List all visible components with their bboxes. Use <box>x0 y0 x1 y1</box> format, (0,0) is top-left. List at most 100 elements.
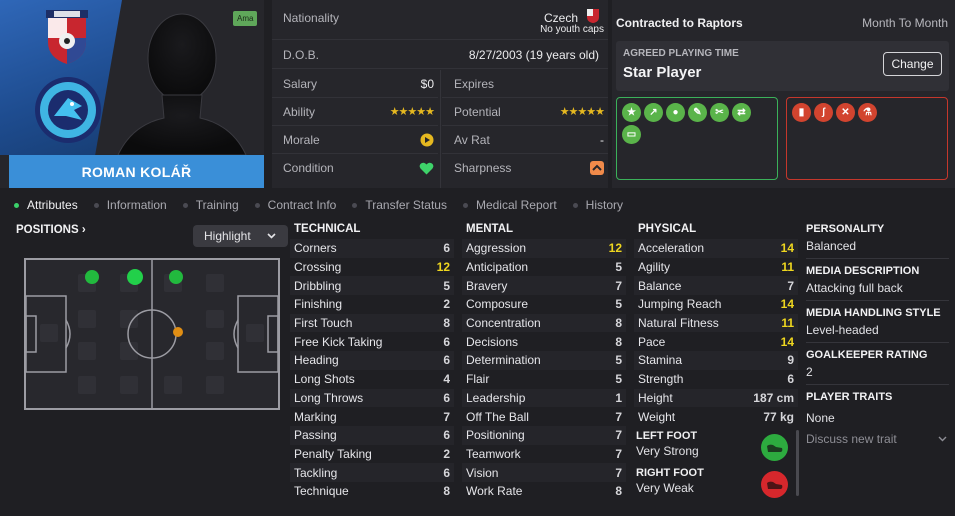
nationality-value[interactable]: Czech <box>544 11 578 25</box>
player-info-panel: Nationality Czech No youth caps D.O.B. 8… <box>272 0 608 188</box>
boot-icon[interactable]: ✎ <box>688 103 707 122</box>
club-badge-icon[interactable] <box>34 76 102 144</box>
attribute-row[interactable]: Flair 5 <box>462 370 626 389</box>
tab-information[interactable]: Information <box>93 198 167 212</box>
player-profile-card: Ama ROMAN KOLÁŘ <box>0 0 264 188</box>
attribute-value: 6 <box>443 334 450 349</box>
attribute-row[interactable]: Long Shots 4 <box>290 370 454 389</box>
position-dot-primary[interactable] <box>85 270 99 284</box>
media-description-section: MEDIA DESCRIPTION Attacking full back <box>806 265 949 301</box>
trend-icon[interactable]: ↗ <box>644 103 663 122</box>
head-icon[interactable]: ● <box>666 103 685 122</box>
attribute-row[interactable]: Composure 5 <box>462 295 626 314</box>
position-dot-primary[interactable] <box>169 270 183 284</box>
attribute-row[interactable]: Passing 6 <box>290 425 454 445</box>
attribute-row[interactable]: Acceleration 14 <box>634 239 798 258</box>
change-button[interactable]: Change <box>883 52 942 76</box>
sharpness-icon[interactable] <box>590 161 604 175</box>
nation-badge-icon[interactable] <box>44 8 90 66</box>
attribute-row[interactable]: Technique 8 <box>290 482 454 501</box>
attribute-row[interactable]: Penalty Taking 2 <box>290 445 454 464</box>
personality-value[interactable]: Balanced <box>806 239 949 253</box>
attribute-row[interactable]: Pace 14 <box>634 332 798 351</box>
passing-icon[interactable]: ⇄ <box>732 103 751 122</box>
tab-dot <box>352 202 358 208</box>
tab-contract-info[interactable]: Contract Info <box>254 198 336 212</box>
tools-icon[interactable]: ✕ <box>836 103 855 122</box>
left-foot-boot-icon[interactable] <box>761 434 788 461</box>
attribute-name: Off The Ball <box>466 409 529 424</box>
attribute-row[interactable]: Stamina 9 <box>634 351 798 370</box>
position-dot-primary[interactable] <box>127 269 143 285</box>
attribute-name: Concentration <box>466 316 541 331</box>
tackle-icon[interactable]: ✂ <box>710 103 729 122</box>
attribute-row[interactable]: Leadership 1 <box>462 388 626 408</box>
pitch-icon[interactable]: ▭ <box>622 125 641 144</box>
attribute-row[interactable]: Finishing 2 <box>290 295 454 314</box>
attribute-row[interactable]: Jumping Reach 14 <box>634 295 798 314</box>
attribute-row[interactable]: Off The Ball 7 <box>462 407 626 426</box>
ear-icon[interactable]: ʃ <box>814 103 833 122</box>
attribute-row[interactable]: Long Throws 6 <box>290 388 454 408</box>
right-foot-boot-icon[interactable] <box>761 471 788 498</box>
star-icon[interactable]: ★ <box>622 103 641 122</box>
tab-label: Training <box>195 198 239 212</box>
attribute-row[interactable]: Height 187 cm <box>634 388 798 408</box>
media-handling-section: MEDIA HANDLING STYLE Level-headed <box>806 307 949 343</box>
attribute-row[interactable]: Natural Fitness 11 <box>634 313 798 333</box>
tab-attributes[interactable]: Attributes <box>14 198 78 212</box>
pitch-lines-icon <box>26 260 278 408</box>
attribute-row[interactable]: Crossing 12 <box>290 258 454 277</box>
potential-stars-icon[interactable]: ★★★★★ <box>560 105 605 118</box>
highlight-label: Highlight <box>204 229 251 243</box>
attribute-row[interactable]: Decisions 8 <box>462 332 626 351</box>
morale-icon[interactable] <box>420 133 434 147</box>
attribute-row[interactable]: Bravery 7 <box>462 276 626 296</box>
technical-column: TECHNICAL Corners 6 Crossing 12 Dribbling 5 Fi… <box>290 223 454 501</box>
medical-icon[interactable]: ▮ <box>792 103 811 122</box>
attribute-row[interactable]: Weight 77 kg <box>634 407 798 426</box>
attribute-row[interactable]: Corners 6 <box>290 239 454 258</box>
attribute-row[interactable]: Positioning 7 <box>462 425 626 445</box>
attribute-row[interactable]: Heading 6 <box>290 351 454 370</box>
discuss-trait-dropdown[interactable]: Discuss new trait <box>806 432 949 446</box>
attribute-row[interactable]: Marking 7 <box>290 407 454 426</box>
attribute-row[interactable]: Anticipation 5 <box>462 258 626 277</box>
media-handling-value[interactable]: Level-headed <box>806 323 949 337</box>
attribute-row[interactable]: Agility 11 <box>634 258 798 277</box>
attribute-row[interactable]: Balance 7 <box>634 276 798 296</box>
player-traits-value: None <box>806 411 835 425</box>
position-dot-secondary[interactable] <box>173 327 183 337</box>
tab-training[interactable]: Training <box>182 198 239 212</box>
tab-medical-report[interactable]: Medical Report <box>462 198 557 212</box>
attribute-row[interactable]: Free Kick Taking 6 <box>290 332 454 351</box>
attribute-row[interactable]: Aggression 12 <box>462 239 626 258</box>
morale-row: Morale <box>272 126 438 154</box>
physical-header: PHYSICAL <box>638 223 697 235</box>
tab-transfer-status[interactable]: Transfer Status <box>352 198 447 212</box>
attribute-row[interactable]: Vision 7 <box>462 463 626 482</box>
dob-label: D.O.B. <box>283 47 320 62</box>
attribute-row[interactable]: Dribbling 5 <box>290 276 454 296</box>
ability-stars-icon[interactable]: ★★★★★ <box>390 105 435 118</box>
heart-icon[interactable] <box>419 162 434 175</box>
highlight-dropdown[interactable]: Highlight <box>193 225 288 247</box>
attribute-row[interactable]: Tackling 6 <box>290 463 454 482</box>
attribute-name: Natural Fitness <box>638 316 719 331</box>
scrollbar[interactable] <box>796 430 799 496</box>
attribute-row[interactable]: Determination 5 <box>462 351 626 370</box>
attribute-value: 8 <box>615 484 622 499</box>
positions-title[interactable]: POSITIONS › <box>16 224 86 236</box>
attribute-row[interactable]: First Touch 8 <box>290 313 454 333</box>
attribute-row[interactable]: Work Rate 8 <box>462 482 626 501</box>
attribute-name: Technique <box>294 484 349 499</box>
player-name[interactable]: ROMAN KOLÁŘ <box>9 155 264 188</box>
attribute-row[interactable]: Teamwork 7 <box>462 445 626 464</box>
flask-icon[interactable]: ⚗ <box>858 103 877 122</box>
attribute-row[interactable]: Strength 6 <box>634 370 798 389</box>
attribute-row[interactable]: Concentration 8 <box>462 313 626 333</box>
contract-title[interactable]: Contracted to Raptors <box>616 16 743 30</box>
tab-history[interactable]: History <box>572 198 623 212</box>
mental-column: MENTAL Aggression 12 Anticipation 5 Bravery 7… <box>462 223 626 501</box>
attribute-value: 5 <box>615 260 622 275</box>
